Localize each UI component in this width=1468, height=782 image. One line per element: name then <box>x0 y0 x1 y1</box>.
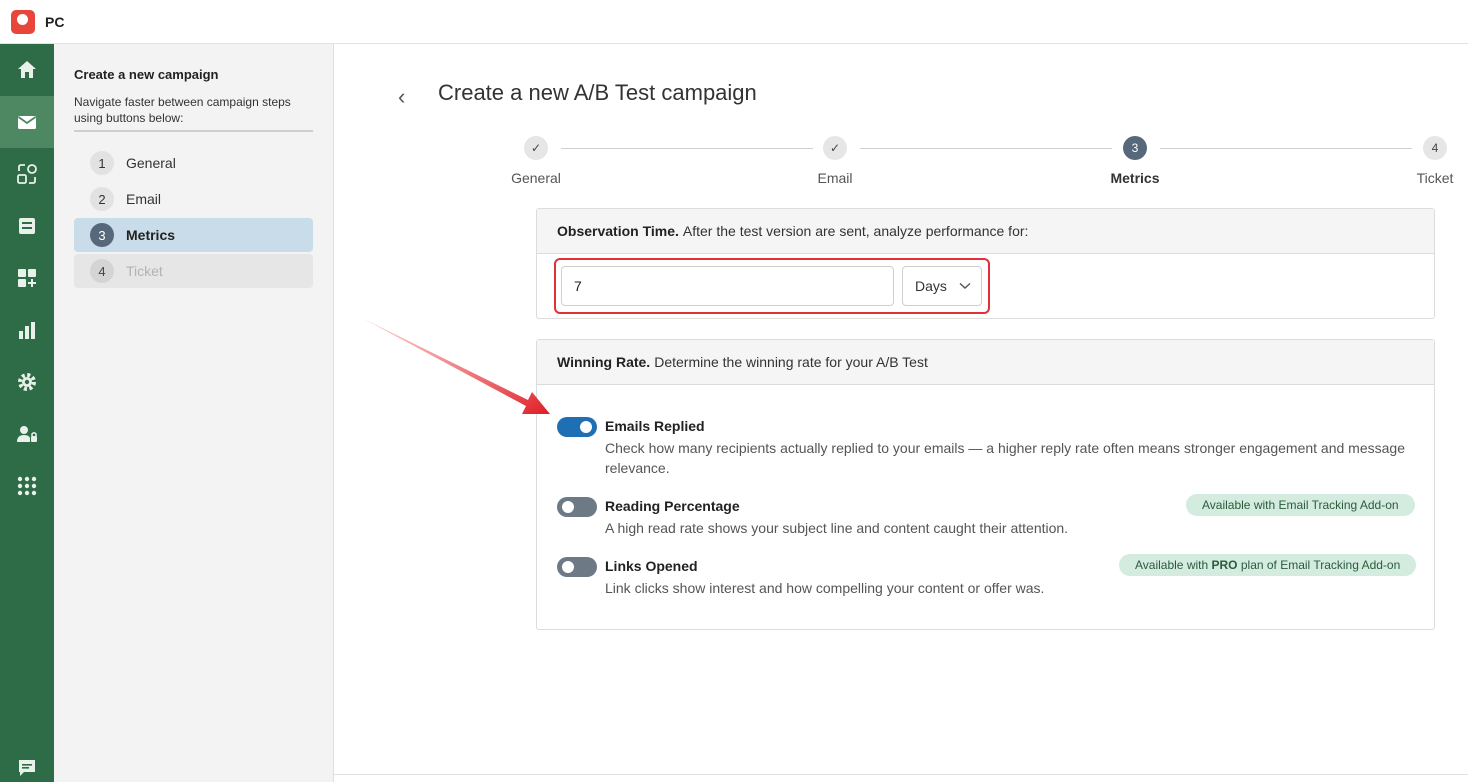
addon-availability-badge[interactable]: Available with Email Tracking Add-on <box>1186 494 1415 516</box>
progress-step-general-check-icon[interactable]: ✓ <box>524 136 548 160</box>
page-title: Create a new A/B Test campaign <box>438 80 757 105</box>
toggle-knob <box>562 561 574 573</box>
step-number: 1 <box>90 151 114 175</box>
progress-step-metrics[interactable]: 3 <box>1123 136 1147 160</box>
toggle-knob <box>562 501 574 513</box>
progress-label-email[interactable]: Email <box>817 170 852 186</box>
bar-chart-icon[interactable] <box>0 304 54 356</box>
step-email[interactable]: 2 Email <box>74 182 313 216</box>
emails-replied-toggle[interactable] <box>557 417 597 437</box>
unit-select-value: Days <box>915 278 947 294</box>
steps-panel-description: Navigate faster between campaign steps u… <box>74 95 291 125</box>
add-widget-icon[interactable] <box>0 252 54 304</box>
observation-unit-select[interactable]: Days <box>902 266 982 306</box>
gear-icon[interactable] <box>0 356 54 408</box>
step-label: Ticket <box>126 263 163 279</box>
mail-icon[interactable] <box>0 96 54 148</box>
progress-label-general[interactable]: General <box>511 170 561 186</box>
divider <box>74 130 313 132</box>
step-number: 3 <box>90 223 114 247</box>
observation-value-input[interactable]: 7 <box>561 266 894 306</box>
badge-text-pro: PRO <box>1211 558 1238 572</box>
metric-description: Link clicks show interest and how compel… <box>605 580 1045 596</box>
step-label: Email <box>126 191 162 207</box>
observation-subheading: After the test version are sent, analyze… <box>682 223 1029 239</box>
step-metrics[interactable]: 3 Metrics <box>74 218 313 252</box>
app-logo-icon <box>11 9 35 34</box>
progress-step-email-check-icon[interactable]: ✓ <box>823 136 847 160</box>
annotation-arrow <box>362 318 550 414</box>
chevron-down-icon <box>959 282 971 289</box>
steps-panel-title: Create a new campaign <box>74 67 219 82</box>
nav-rail <box>0 44 54 782</box>
metric-title: Links Opened <box>605 558 698 574</box>
user-lock-icon[interactable] <box>0 408 54 460</box>
progress-connector <box>860 148 1112 149</box>
toggle-knob <box>580 421 592 433</box>
metric-title: Reading Percentage <box>605 498 740 514</box>
observation-heading: Observation Time. <box>557 223 679 239</box>
winning-subheading: Determine the winning rate for your A/B … <box>654 354 928 370</box>
metric-description: Check how many recipients actually repli… <box>605 440 1405 476</box>
pro-plan-availability-badge[interactable]: Available with PRO plan of Email Trackin… <box>1119 554 1417 576</box>
automation-icon[interactable] <box>0 148 54 200</box>
badge-text-pre: Available with <box>1135 558 1212 572</box>
step-general[interactable]: 1 General <box>74 146 313 180</box>
home-icon[interactable] <box>0 44 54 96</box>
chat-icon[interactable] <box>0 742 54 782</box>
links-opened-toggle[interactable] <box>557 557 597 577</box>
apps-grid-icon[interactable] <box>0 460 54 512</box>
progress-connector <box>1160 148 1412 149</box>
step-label: General <box>126 155 176 171</box>
badge-text-post: plan of Email Tracking Add-on <box>1237 558 1401 572</box>
winning-card-header: Winning Rate. Determine the winning rate… <box>537 340 1434 385</box>
metric-description: A high read rate shows your subject line… <box>605 520 1069 536</box>
reading-percentage-toggle[interactable] <box>557 497 597 517</box>
step-label: Metrics <box>126 227 176 243</box>
progress-connector <box>561 148 813 149</box>
metric-title: Emails Replied <box>605 418 705 434</box>
app-title: PC <box>45 13 65 30</box>
step-number: 2 <box>90 187 114 211</box>
step-ticket: 4 Ticket <box>74 254 313 288</box>
progress-label-ticket[interactable]: Ticket <box>1417 170 1454 186</box>
back-chevron-icon[interactable]: ‹ <box>398 84 405 110</box>
campaign-steps-panel: Create a new campaign Navigate faster be… <box>54 44 334 782</box>
footer-divider <box>334 774 1468 775</box>
inbox-icon[interactable] <box>0 200 54 252</box>
top-bar: PC <box>0 0 1468 44</box>
progress-label-metrics[interactable]: Metrics <box>1110 170 1159 186</box>
winning-heading: Winning Rate. <box>557 354 651 370</box>
progress-step-ticket[interactable]: 4 <box>1423 136 1447 160</box>
step-number: 4 <box>90 259 114 283</box>
observation-card-header: Observation Time. After the test version… <box>537 209 1434 254</box>
